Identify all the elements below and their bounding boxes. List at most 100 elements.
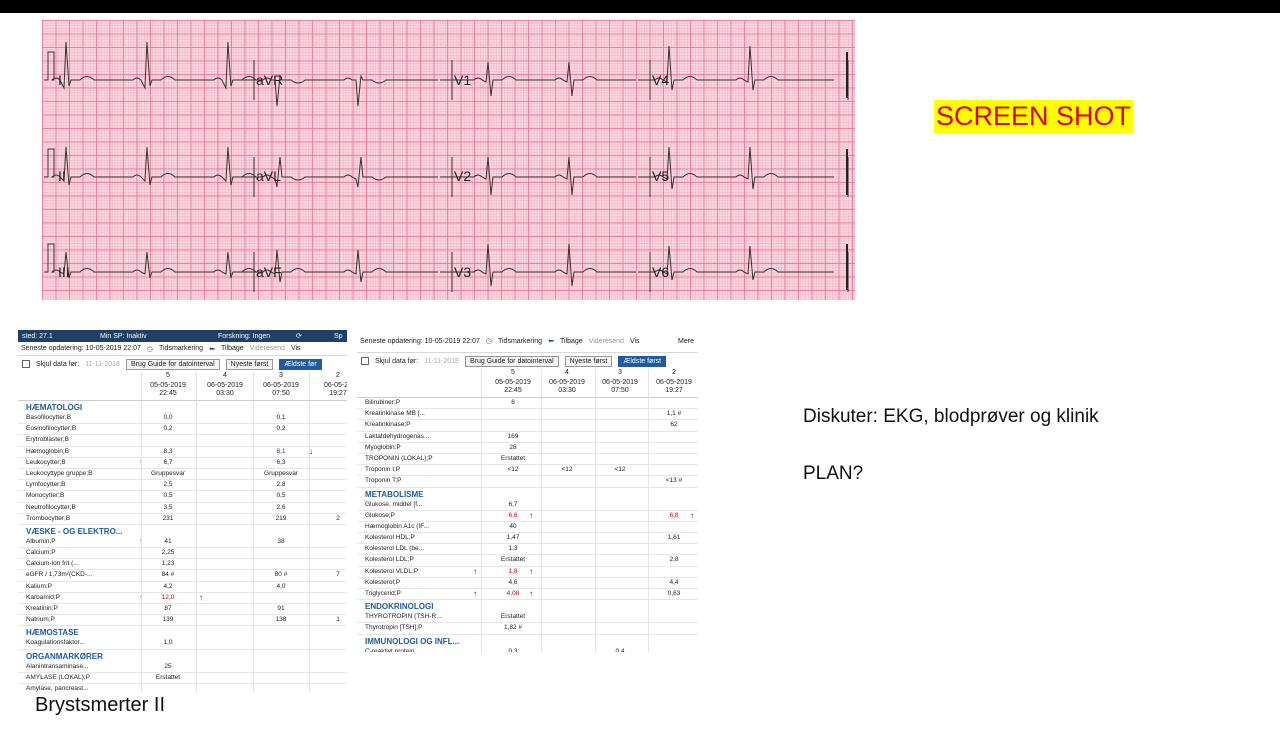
table-row[interactable]: Neutrofilocytter;B 3,5 2,6 xyxy=(18,503,347,514)
result-value[interactable]: 38 xyxy=(256,538,306,545)
table-row[interactable]: Hæmoglobin;B 8,3 8,1 ↓ xyxy=(18,447,347,458)
result-value[interactable]: 0,0 xyxy=(143,414,193,421)
hide-data-date[interactable]: 11-11-2018 xyxy=(424,358,459,365)
table-row[interactable]: Leukocyttype gruppe;B Gruppesvar Gruppesva… xyxy=(18,469,347,481)
result-value[interactable]: 0,5 xyxy=(256,492,306,499)
result-value[interactable]: Erstattet xyxy=(488,556,538,563)
result-value[interactable]: 1,1 # xyxy=(649,410,698,417)
result-value[interactable]: 8,1 xyxy=(256,448,306,455)
table-row[interactable]: Trombocytter;B 231 219 2 xyxy=(18,514,347,525)
result-value[interactable]: 2 xyxy=(313,515,347,522)
table-row[interactable]: Glukose, middel [f... 6,7 xyxy=(357,500,698,511)
result-value[interactable]: 87 xyxy=(143,605,193,612)
result-value[interactable]: 6 xyxy=(488,399,538,406)
table-row[interactable]: eGFR / 1,73m²(CKD-... 84 # 80 # 7 xyxy=(18,570,347,582)
view-menu[interactable]: Vis xyxy=(630,338,640,345)
result-value[interactable]: <12 xyxy=(542,466,592,473)
result-value[interactable]: 8,3 xyxy=(143,448,193,455)
table-row[interactable]: Monocytter;B 0,5 0,5 xyxy=(18,491,347,503)
forward-button[interactable]: Videresend xyxy=(589,338,624,345)
result-value[interactable]: 0,4 xyxy=(595,648,645,652)
section-header[interactable]: HÆMATOLOGI xyxy=(18,401,347,413)
result-value[interactable]: 1,82 # xyxy=(488,624,538,631)
table-row[interactable]: Laktatdehydrogenas... 169 xyxy=(357,432,698,443)
section-header[interactable]: ENDOKRINOLOGI xyxy=(357,600,698,612)
result-value[interactable]: 40 xyxy=(488,523,538,530)
table-row[interactable]: Albumin;P4138↑ xyxy=(18,537,347,549)
section-header[interactable]: IMMUNOLOGI OG INFL... xyxy=(357,635,698,647)
result-value[interactable]: 91 xyxy=(256,605,306,612)
result-value[interactable]: 0,2 xyxy=(143,425,193,432)
result-value[interactable]: 3,5 xyxy=(143,504,193,511)
table-row[interactable]: Leukocytter;B6,76,3↑ xyxy=(18,458,347,469)
result-value[interactable]: 0,3 xyxy=(488,648,538,652)
result-value[interactable]: 12,0 xyxy=(143,594,193,601)
column-date[interactable]: 06-05-2019 xyxy=(198,382,252,389)
table-row[interactable]: THYROTROPIN (TSH-R... Erstattet xyxy=(357,612,698,624)
result-value[interactable]: <13 # xyxy=(649,477,698,484)
hide-data-date[interactable]: 11-11-2018 xyxy=(85,361,120,368)
section-header[interactable]: METABOLISME xyxy=(357,488,698,500)
result-value[interactable]: 1 xyxy=(313,616,347,623)
table-row[interactable]: Calcium;P 2,25 xyxy=(18,548,347,560)
newest-first-button[interactable]: Nyeste først xyxy=(225,358,274,370)
result-value[interactable]: 4,0 xyxy=(256,583,306,590)
more-menu[interactable]: Mere xyxy=(678,338,694,345)
table-row[interactable]: Kreatinkinase;P 62 xyxy=(357,420,698,432)
table-row[interactable]: C-reaktivt protein... 0,3 0,4 xyxy=(357,647,698,652)
table-row[interactable]: Calcium-ion frit (... 1,23 xyxy=(18,559,347,571)
result-value[interactable]: 80 # xyxy=(256,571,306,578)
result-value[interactable]: 1,3 xyxy=(488,545,538,552)
result-value[interactable]: 1,23 xyxy=(143,560,193,567)
result-value[interactable]: 62 xyxy=(649,421,698,428)
result-value[interactable]: 219 xyxy=(256,515,306,522)
table-row[interactable]: Troponin I;P <12 <12 <12 xyxy=(357,465,698,477)
timestamp-icon[interactable]: ◷ xyxy=(147,345,153,353)
column-date[interactable]: 06-05-2019 xyxy=(593,379,647,386)
table-row[interactable]: Glukose;P 6,6 6,8 ↑ ↑ xyxy=(357,511,698,522)
section-header[interactable]: VÆSKE - OG ELEKTRO... xyxy=(18,525,347,537)
result-value[interactable]: 7 xyxy=(313,571,347,578)
table-row[interactable]: Kolesterol VLDL;P 1,8 ↑ ↑ xyxy=(357,567,698,578)
result-value[interactable]: Gruppesvar xyxy=(256,470,306,477)
result-value[interactable]: 1,47 xyxy=(488,534,538,541)
result-value[interactable]: 231 xyxy=(143,515,193,522)
guide-button[interactable]: Brug Guide for datointerval xyxy=(464,355,559,367)
result-value[interactable]: 139 xyxy=(143,616,193,623)
back-button[interactable]: Tilbage xyxy=(560,338,583,345)
result-value[interactable]: <12 xyxy=(595,466,645,473)
result-value[interactable]: 138 xyxy=(256,616,306,623)
table-row[interactable]: Kolesterol LDL;P Erstattet 2,8 xyxy=(357,555,698,567)
result-value[interactable]: 25 xyxy=(143,663,193,670)
oldest-first-button[interactable]: Ældste først xyxy=(618,355,667,367)
table-row[interactable]: Kreatinkinase MB [... 1,1 # xyxy=(357,409,698,421)
result-value[interactable]: 6,7 xyxy=(143,459,193,466)
column-date[interactable]: 05-05-2019 xyxy=(141,382,195,389)
oldest-first-button[interactable]: Ældste før xyxy=(279,358,322,370)
forward-button[interactable]: Videresend xyxy=(250,345,285,352)
table-row[interactable]: Kolesterol;P 4,6 4,4 xyxy=(357,578,698,589)
result-value[interactable]: 169 xyxy=(488,433,538,440)
result-value[interactable]: <12 xyxy=(488,466,538,473)
result-value[interactable]: Erstattet xyxy=(143,674,193,681)
table-row[interactable]: Eosinofilocytter;B 0,2 0,2 xyxy=(18,424,347,436)
result-value[interactable]: 6,7 xyxy=(488,501,538,508)
result-value[interactable]: Erstattet xyxy=(488,455,538,462)
back-button[interactable]: Tilbage xyxy=(221,345,244,352)
refresh-icon[interactable]: ⟳ xyxy=(292,332,330,340)
table-row[interactable]: Kolesterol HDL;P 1,47 1,61 xyxy=(357,533,698,545)
table-row[interactable]: Erytroblaster;B xyxy=(18,435,347,447)
section-header[interactable]: ORGANMARKØRER xyxy=(18,650,347,662)
table-row[interactable]: Koagulationsfaktor... 1,0 xyxy=(18,638,347,650)
result-value[interactable]: 6,3 xyxy=(256,459,306,466)
hide-data-checkbox[interactable] xyxy=(22,360,30,368)
table-row[interactable]: Karbamid;P12,0↑↑ xyxy=(18,593,347,604)
result-value[interactable]: 0,63 xyxy=(649,590,698,597)
result-value[interactable]: 1,61 xyxy=(649,534,698,541)
table-row[interactable]: TROPONIN (LOKAL);P Erstattet xyxy=(357,454,698,466)
back-icon[interactable]: ⬅ xyxy=(209,345,215,353)
result-value[interactable]: 4,6 xyxy=(488,579,538,586)
table-row[interactable]: Kolesterol LDL (be... 1,3 xyxy=(357,544,698,556)
table-row[interactable]: AMYLASE (LOKAL);P Erstattet xyxy=(18,673,347,684)
result-value[interactable]: 4,4 xyxy=(649,579,698,586)
